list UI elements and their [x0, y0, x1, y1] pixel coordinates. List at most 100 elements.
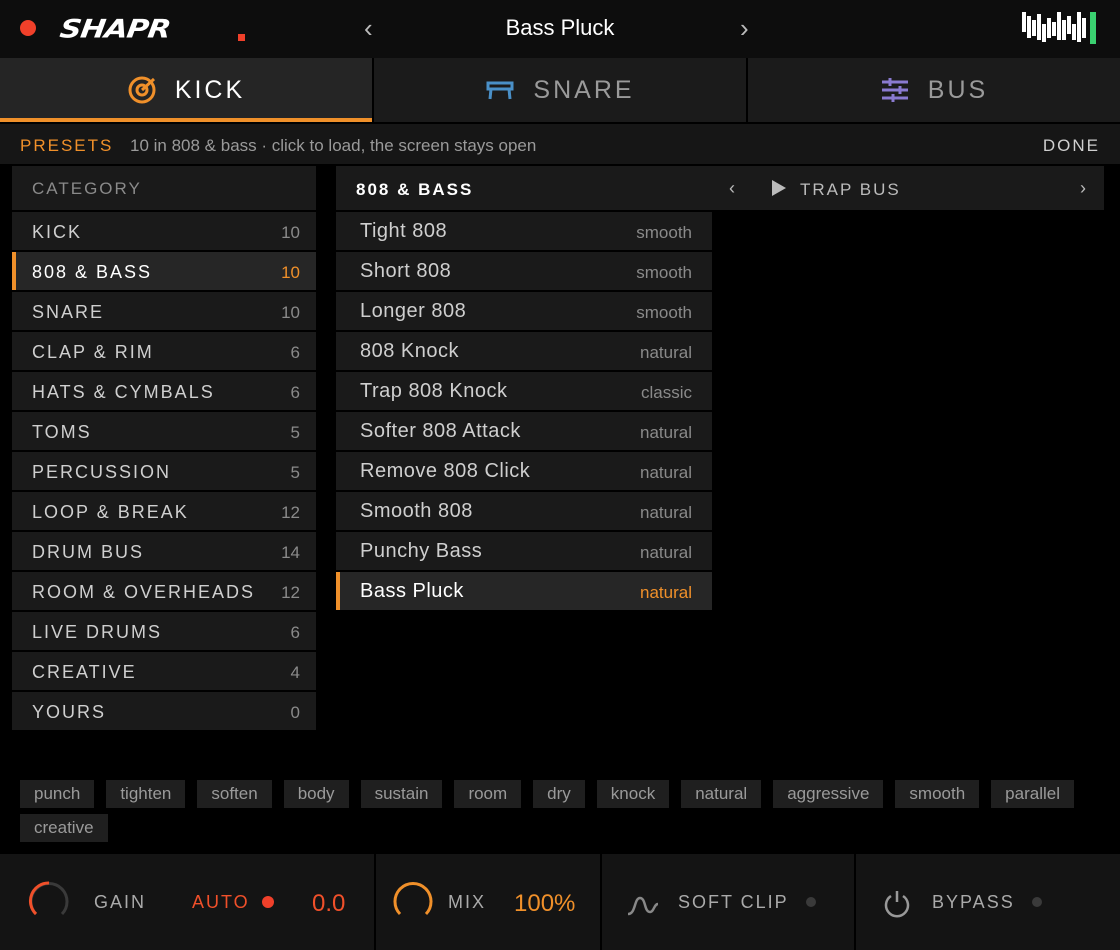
preset-item[interactable]: Remove 808 Click natural [336, 452, 712, 490]
tag-chip[interactable]: dry [533, 780, 585, 808]
tab-kick[interactable]: KICK [0, 58, 374, 122]
prev-category-button[interactable]: ‹ [729, 178, 735, 199]
preset-list-header: 808 & BASS ‹ TRAP BUS › [336, 166, 1104, 210]
preset-name: Bass Pluck [360, 580, 464, 602]
preset-tag: natural [640, 543, 692, 562]
tag-filter-chips: punch tighten soften body sustain room d… [20, 780, 1100, 842]
preset-item[interactable]: Tight 808 smooth [336, 212, 712, 250]
presets-title: PRESETS [20, 136, 114, 155]
bypass-section[interactable]: BYPASS [856, 854, 1120, 950]
tab-bus[interactable]: BUS [748, 58, 1120, 122]
top-bar: SHAPR ‹ Bass Pluck › [0, 0, 1120, 58]
soft-clip-curve-icon [627, 896, 659, 916]
category-count: 12 [281, 503, 300, 522]
category-count: 0 [290, 703, 300, 722]
presets-info: 10 in 808 & bass · click to load, the sc… [130, 136, 537, 155]
tag-chip[interactable]: tighten [106, 780, 186, 808]
preset-tag: smooth [636, 263, 692, 282]
tab-snare[interactable]: SNARE [374, 58, 748, 122]
next-category-button[interactable]: › [1080, 178, 1086, 199]
preset-item[interactable]: Short 808 smooth [336, 252, 712, 290]
category-count: 6 [290, 383, 300, 402]
gain-section: GAIN AUTO 0.0 [0, 854, 376, 950]
preset-item[interactable]: Softer 808 Attack natural [336, 412, 712, 450]
bypass-label: BYPASS [932, 892, 1015, 912]
mix-knob[interactable] [392, 880, 434, 922]
category-header: CATEGORY [12, 166, 316, 210]
softclip-section[interactable]: SOFT CLIP [602, 854, 856, 950]
logo-dot-icon [238, 34, 245, 41]
preset-name: Softer 808 Attack [360, 420, 521, 442]
preset-item[interactable]: Punchy Bass natural [336, 532, 712, 570]
preset-name: Short 808 [360, 260, 452, 282]
preset-tag: natural [640, 503, 692, 522]
preset-name: Remove 808 Click [360, 460, 531, 482]
category-label: ROOM & OVERHEADS [32, 582, 256, 602]
category-label: LOOP & BREAK [32, 502, 189, 522]
preset-item[interactable]: Longer 808 smooth [336, 292, 712, 330]
app-logo: SHAPR [57, 14, 173, 45]
category-item[interactable]: LIVE DRUMS 6 [12, 612, 316, 650]
category-item[interactable]: ROOM & OVERHEADS 12 [12, 572, 316, 610]
category-count: 10 [281, 303, 300, 322]
bottom-control-bar: GAIN AUTO 0.0 MIX 100% SOFT CLIP BYPASS [0, 854, 1120, 950]
tag-chip[interactable]: soften [197, 780, 272, 808]
done-button[interactable]: DONE [1043, 136, 1100, 156]
category-count: 10 [281, 223, 300, 242]
auto-gain-toggle[interactable]: AUTO [192, 892, 250, 913]
category-item[interactable]: DRUM BUS 14 [12, 532, 316, 570]
preset-item[interactable]: 808 Knock natural [336, 332, 712, 370]
category-item[interactable]: HATS & CYMBALS 6 [12, 372, 316, 410]
softclip-led-icon [806, 897, 816, 907]
preset-tag: natural [640, 463, 692, 482]
category-item[interactable]: KICK 10 [12, 212, 316, 250]
preset-item[interactable]: Bass Pluck natural [336, 572, 712, 610]
preset-name: Punchy Bass [360, 540, 483, 562]
category-item[interactable]: SNARE 10 [12, 292, 316, 330]
category-item[interactable]: PERCUSSION 5 [12, 452, 316, 490]
category-label: DRUM BUS [32, 542, 145, 562]
category-label: CREATIVE [32, 662, 137, 682]
mix-value[interactable]: 100% [514, 890, 575, 918]
tag-chip[interactable]: creative [20, 814, 108, 842]
target-icon [128, 76, 156, 104]
tag-chip[interactable]: knock [596, 780, 670, 808]
bypass-led-icon [1032, 897, 1042, 907]
tag-chip[interactable]: sustain [360, 780, 443, 808]
tag-chip[interactable]: smooth [895, 780, 980, 808]
play-icon[interactable] [772, 180, 786, 196]
category-item[interactable]: TOMS 5 [12, 412, 316, 450]
category-item[interactable]: CLAP & RIM 6 [12, 332, 316, 370]
category-item[interactable]: CREATIVE 4 [12, 652, 316, 690]
preset-tag: smooth [636, 223, 692, 242]
preset-item[interactable]: Smooth 808 natural [336, 492, 712, 530]
category-item[interactable]: 808 & BASS 10 [12, 252, 316, 290]
preset-tag: natural [640, 343, 692, 362]
tag-chip[interactable]: parallel [991, 780, 1074, 808]
category-count: 14 [281, 543, 300, 562]
current-preset-name[interactable]: Bass Pluck [400, 15, 720, 41]
preset-tag: natural [640, 423, 692, 442]
preset-tag: natural [640, 583, 692, 602]
preset-item[interactable]: Trap 808 Knock classic [336, 372, 712, 410]
next-preset-button[interactable]: › [740, 14, 749, 42]
tag-chip[interactable]: body [283, 780, 349, 808]
tag-chip[interactable]: natural [681, 780, 762, 808]
tag-chip[interactable]: punch [20, 780, 95, 808]
gain-knob[interactable] [28, 880, 70, 922]
category-label: SNARE [32, 302, 105, 322]
tag-chip[interactable]: aggressive [773, 780, 884, 808]
category-label: 808 & BASS [32, 262, 153, 282]
prev-preset-button[interactable]: ‹ [364, 14, 373, 42]
category-count: 6 [290, 623, 300, 642]
category-item[interactable]: YOURS 0 [12, 692, 316, 730]
tag-chip[interactable]: room [454, 780, 522, 808]
mix-label: MIX [448, 892, 487, 912]
next-category-name[interactable]: TRAP BUS [800, 180, 901, 200]
category-count: 10 [281, 263, 300, 282]
gain-value[interactable]: 0.0 [312, 890, 345, 918]
category-item[interactable]: LOOP & BREAK 12 [12, 492, 316, 530]
category-label: KICK [32, 222, 83, 242]
sliders-icon [881, 78, 908, 102]
auto-indicator-icon [262, 896, 274, 908]
